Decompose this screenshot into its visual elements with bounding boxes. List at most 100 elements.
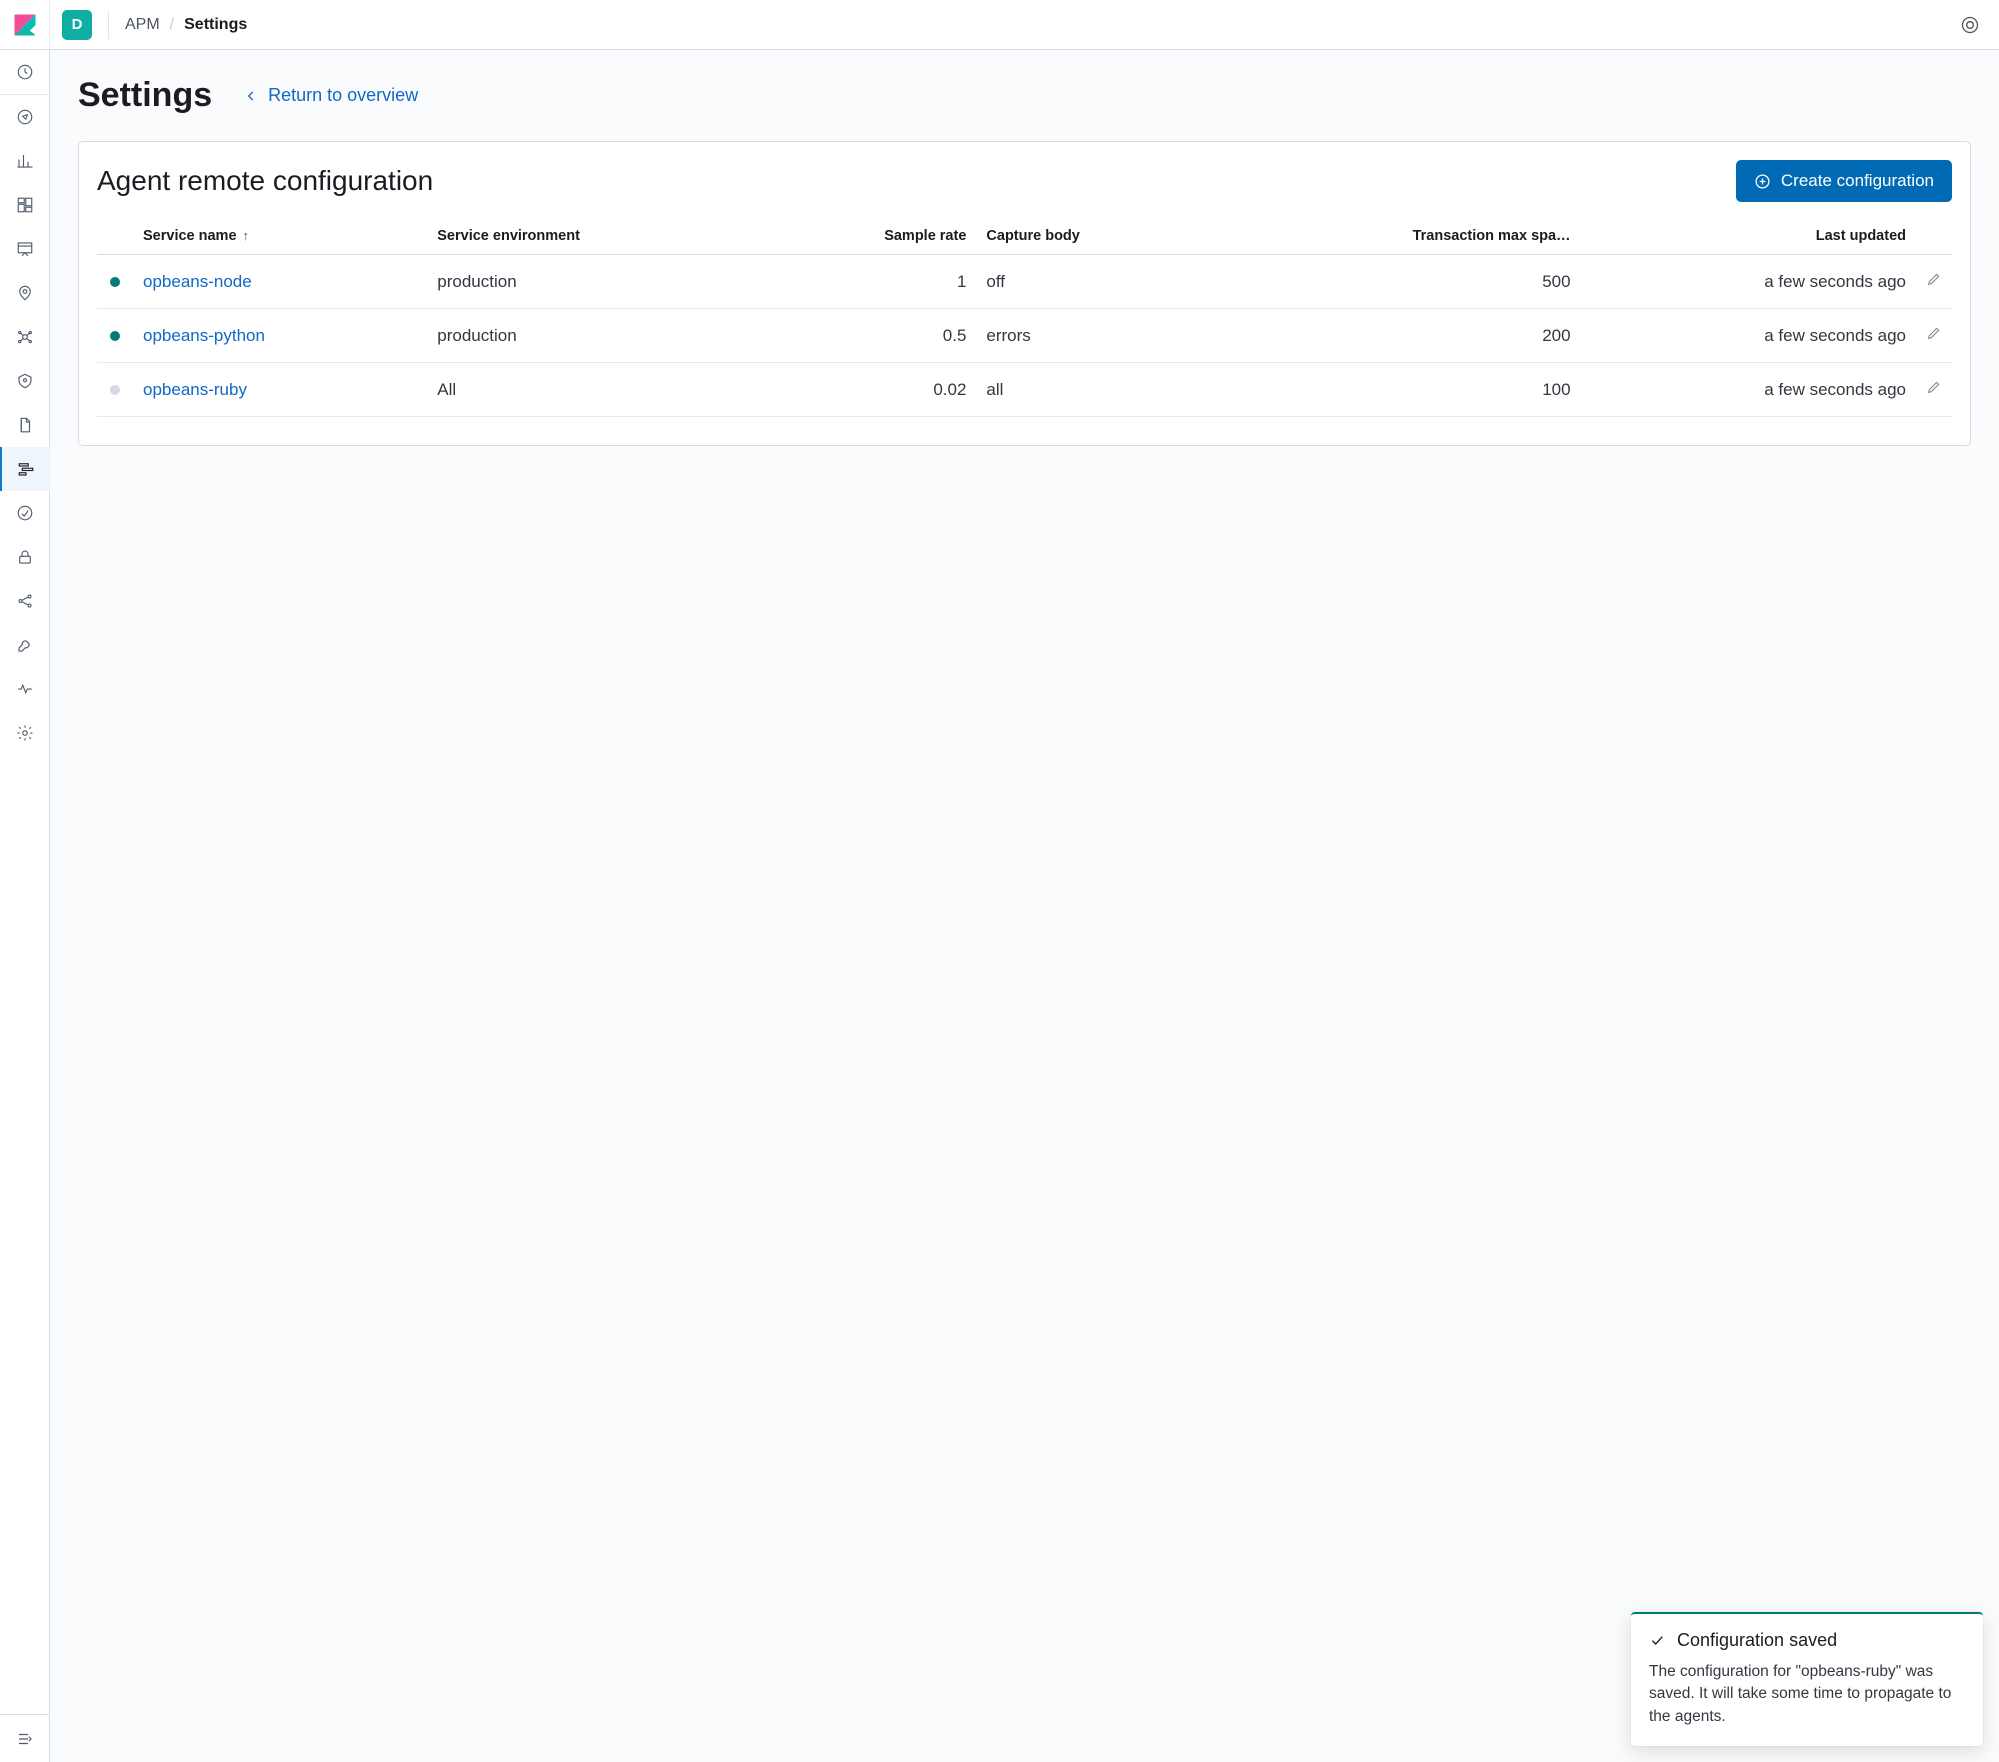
toast-body-text: The configuration for "opbeans-ruby" was…	[1649, 1661, 1965, 1728]
sidenav-graph[interactable]	[0, 579, 50, 623]
create-configuration-button[interactable]: Create configuration	[1736, 160, 1952, 202]
sidenav-siem[interactable]	[0, 535, 50, 579]
agent-config-panel: Agent remote configuration Create config…	[78, 141, 1971, 446]
sidenav-collapse-toggle[interactable]	[0, 1714, 50, 1762]
barchart-icon	[16, 152, 34, 170]
sidenav-monitoring[interactable]	[0, 667, 50, 711]
clock-icon	[16, 63, 34, 81]
sidenav-discover[interactable]	[0, 95, 50, 139]
breadcrumb: APM / Settings	[125, 16, 247, 34]
panel-title: Agent remote configuration	[97, 165, 433, 197]
plus-circle-icon	[1754, 173, 1771, 190]
maps-icon	[16, 284, 34, 302]
gear-icon	[16, 724, 34, 742]
col-header-status	[97, 216, 133, 255]
return-to-overview-link[interactable]: Return to overview	[244, 85, 418, 106]
col-header-service-name[interactable]: Service name↑	[133, 216, 427, 255]
header-divider	[108, 11, 109, 39]
wrench-icon	[16, 636, 34, 654]
config-table: Service name↑ Service environment Sample…	[97, 216, 1952, 417]
heartbeat-icon	[16, 680, 34, 698]
status-cell	[97, 363, 133, 417]
service-env-cell: production	[427, 309, 764, 363]
sidenav-maps[interactable]	[0, 271, 50, 315]
sort-asc-icon: ↑	[243, 228, 250, 243]
breadcrumb-separator: /	[170, 16, 174, 34]
status-dot-icon	[110, 385, 120, 395]
col-header-max-spans[interactable]: Transaction max spa…	[1212, 216, 1581, 255]
sample-rate-cell: 0.5	[764, 309, 976, 363]
service-name-link[interactable]: opbeans-node	[143, 272, 252, 291]
max-spans-cell: 200	[1212, 309, 1581, 363]
kibana-logo[interactable]	[0, 0, 50, 50]
max-spans-cell: 500	[1212, 255, 1581, 309]
service-env-cell: production	[427, 255, 764, 309]
apm-icon	[17, 460, 35, 478]
page-title: Settings	[78, 76, 212, 115]
status-cell	[97, 255, 133, 309]
sample-rate-cell: 1	[764, 255, 976, 309]
uptime-icon	[16, 504, 34, 522]
last-updated-cell: a few seconds ago	[1581, 363, 1916, 417]
table-row: opbeans-python production0.5errors200a fe…	[97, 309, 1952, 363]
chevron-left-icon	[244, 89, 258, 103]
service-name-cell: opbeans-ruby	[133, 363, 427, 417]
col-header-capture-body[interactable]: Capture body	[976, 216, 1211, 255]
infra-icon	[16, 372, 34, 390]
edit-cell	[1916, 363, 1952, 417]
capture-body-cell: all	[976, 363, 1211, 417]
sidenav-devtools[interactable]	[0, 623, 50, 667]
pencil-icon[interactable]	[1926, 379, 1942, 395]
return-link-label: Return to overview	[268, 85, 418, 106]
service-name-link[interactable]: opbeans-ruby	[143, 380, 247, 399]
sample-rate-cell: 0.02	[764, 363, 976, 417]
capture-body-cell: errors	[976, 309, 1211, 363]
status-dot-icon	[110, 331, 120, 341]
breadcrumb-current: Settings	[184, 16, 247, 34]
toast-title-text: Configuration saved	[1677, 1630, 1837, 1651]
collapse-icon	[16, 1730, 34, 1748]
service-name-link[interactable]: opbeans-python	[143, 326, 265, 345]
newsfeed-icon[interactable]	[1947, 15, 1993, 35]
edit-cell	[1916, 309, 1952, 363]
check-icon	[1649, 1632, 1665, 1648]
logs-icon	[16, 416, 34, 434]
dashboard-icon	[16, 196, 34, 214]
pencil-icon[interactable]	[1926, 325, 1942, 341]
service-env-cell: All	[427, 363, 764, 417]
space-initial: D	[72, 16, 83, 33]
col-header-service-env[interactable]: Service environment	[427, 216, 764, 255]
pencil-icon[interactable]	[1926, 271, 1942, 287]
edit-cell	[1916, 255, 1952, 309]
col-header-last-updated[interactable]: Last updated	[1581, 216, 1916, 255]
graph-icon	[16, 592, 34, 610]
service-name-cell: opbeans-node	[133, 255, 427, 309]
sidenav-logs[interactable]	[0, 403, 50, 447]
sidenav-visualize[interactable]	[0, 139, 50, 183]
compass-icon	[16, 108, 34, 126]
space-selector[interactable]: D	[62, 10, 92, 40]
last-updated-cell: a few seconds ago	[1581, 255, 1916, 309]
lock-icon	[16, 548, 34, 566]
main-content: Settings Return to overview Agent remote…	[50, 50, 1999, 1762]
col-header-sample-rate[interactable]: Sample rate	[764, 216, 976, 255]
status-dot-icon	[110, 277, 120, 287]
sidenav-uptime[interactable]	[0, 491, 50, 535]
top-header: D APM / Settings	[0, 0, 1999, 50]
table-row: opbeans-node production1off500a few secon…	[97, 255, 1952, 309]
table-row: opbeans-rubyAll0.02all100a few seconds a…	[97, 363, 1952, 417]
breadcrumb-root[interactable]: APM	[125, 16, 160, 34]
sidenav-management[interactable]	[0, 711, 50, 755]
col-header-edit	[1916, 216, 1952, 255]
last-updated-cell: a few seconds ago	[1581, 309, 1916, 363]
capture-body-cell: off	[976, 255, 1211, 309]
sidenav-dashboard[interactable]	[0, 183, 50, 227]
sidenav-ml[interactable]	[0, 315, 50, 359]
sidenav-recent[interactable]	[0, 50, 50, 94]
toast-success: Configuration saved The configuration fo…	[1631, 1612, 1983, 1746]
sidenav-infra[interactable]	[0, 359, 50, 403]
sidenav-apm[interactable]	[0, 447, 50, 491]
side-nav	[0, 50, 50, 1762]
sidenav-canvas[interactable]	[0, 227, 50, 271]
create-button-label: Create configuration	[1781, 171, 1934, 191]
